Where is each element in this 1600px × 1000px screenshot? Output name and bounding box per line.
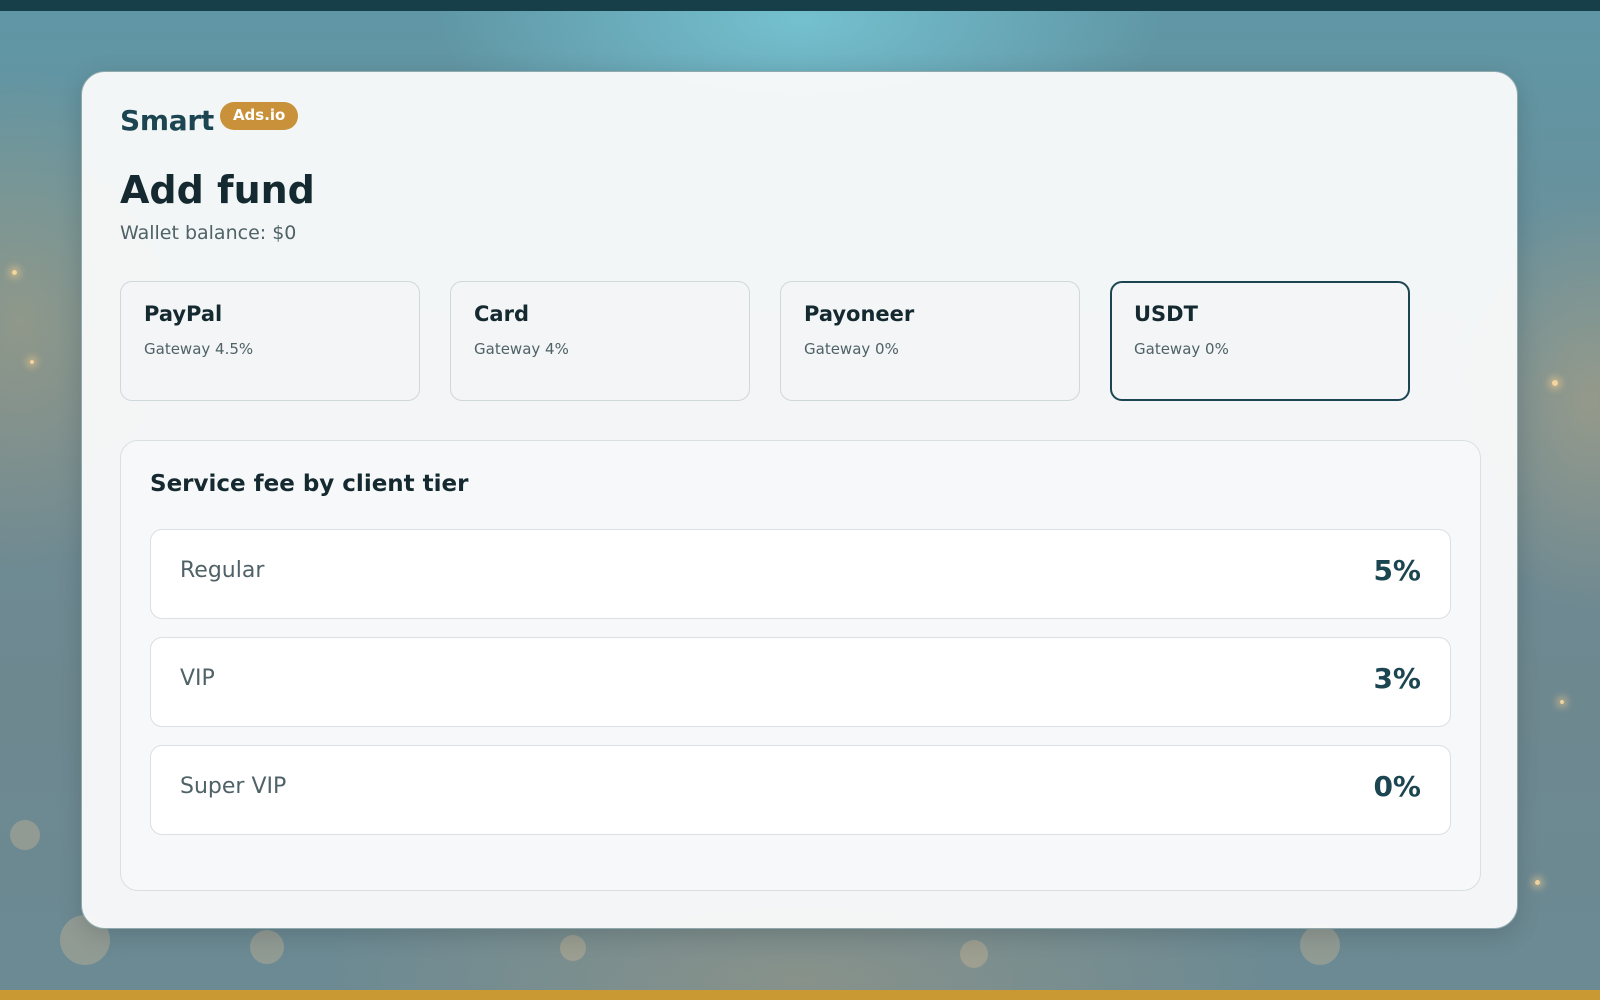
- payment-method-name: PayPal: [144, 302, 223, 326]
- payment-method-name: Card: [474, 302, 529, 326]
- tier-fee: 3%: [1373, 662, 1421, 695]
- tier-fee: 5%: [1373, 554, 1421, 587]
- tier-row-vip: VIP 3%: [150, 637, 1451, 727]
- payment-method-name: Payoneer: [804, 302, 915, 326]
- service-fee-panel: Service fee by client tier Regular 5% VI…: [120, 440, 1481, 891]
- tier-row-regular: Regular 5%: [150, 529, 1451, 619]
- tier-name: Super VIP: [180, 774, 287, 799]
- brand-badge: Ads.io: [219, 102, 299, 130]
- payment-method-name: USDT: [1134, 302, 1198, 326]
- tier-fee: 0%: [1373, 770, 1421, 803]
- brand-name: Smart: [120, 104, 214, 137]
- payment-method-paypal[interactable]: PayPal Gateway 4.5%: [120, 281, 420, 401]
- add-fund-card: Smart Ads.io Add fund Wallet balance: $0…: [81, 71, 1518, 929]
- top-accent-bar: [0, 0, 1600, 11]
- service-fee-title: Service fee by client tier: [150, 471, 469, 497]
- tier-name: VIP: [180, 666, 215, 691]
- page-title: Add fund: [120, 168, 315, 212]
- brand-logo[interactable]: Smart Ads.io: [120, 102, 299, 137]
- bottom-accent-bar: [0, 990, 1600, 1000]
- payment-method-usdt[interactable]: USDT Gateway 0%: [1110, 281, 1410, 401]
- payment-method-fee: Gateway 4%: [474, 340, 569, 358]
- payment-method-fee: Gateway 0%: [1134, 340, 1229, 358]
- payment-method-payoneer[interactable]: Payoneer Gateway 0%: [780, 281, 1080, 401]
- tier-row-super-vip: Super VIP 0%: [150, 745, 1451, 835]
- payment-method-fee: Gateway 4.5%: [144, 340, 254, 358]
- payment-method-card[interactable]: Card Gateway 4%: [450, 281, 750, 401]
- wallet-balance: Wallet balance: $0: [120, 222, 297, 244]
- payment-method-fee: Gateway 0%: [804, 340, 899, 358]
- tier-name: Regular: [180, 558, 265, 583]
